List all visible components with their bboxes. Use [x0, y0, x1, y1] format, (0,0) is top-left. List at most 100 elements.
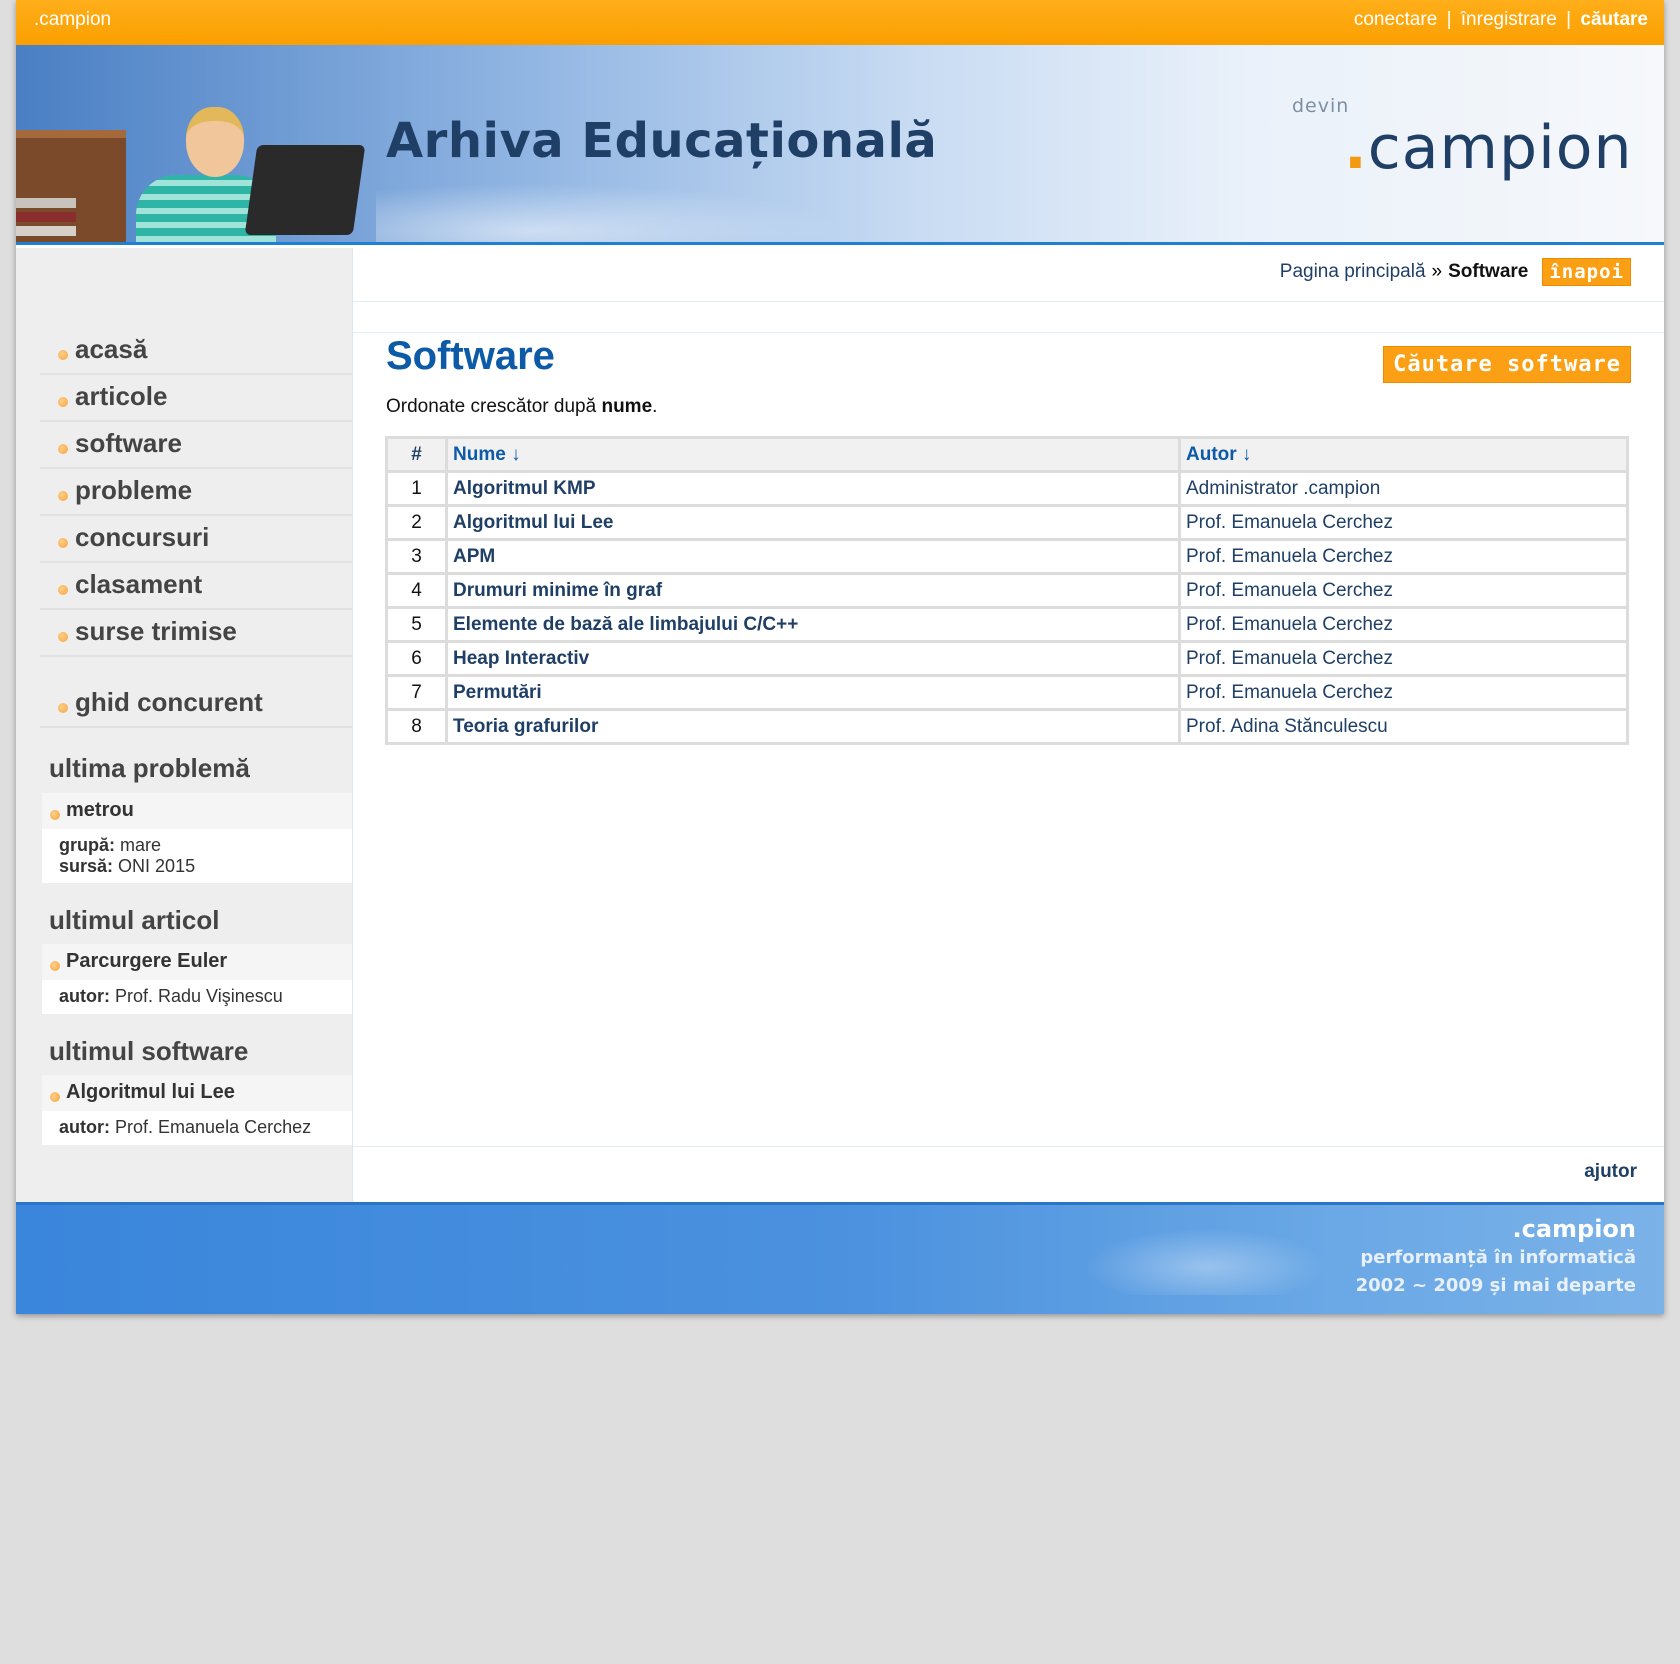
bullet-icon [58, 538, 68, 548]
menu-item-software[interactable]: software [40, 422, 352, 469]
last-software-title: ultimul software [49, 1036, 249, 1066]
last-problem-info: grupă: mare sursă: ONI 2015 [42, 829, 352, 883]
top-bar: .campion conectare | înregistrare | căut… [16, 0, 1664, 45]
software-name-link[interactable]: APM [445, 538, 1181, 575]
logo-text: campion [1367, 113, 1633, 183]
table-row: 4 Drumuri minime în graf Prof. Emanuela Ce… [385, 572, 1629, 609]
menu-item-guide[interactable]: ghid concurent [40, 681, 352, 728]
table-header-row: # Nume ↓ Autor ↓ [385, 436, 1629, 473]
source-value: ONI 2015 [118, 856, 196, 876]
software-name-link[interactable]: Teoria grafurilor [445, 708, 1181, 745]
author-link[interactable]: Prof. Emanuela Cerchez [1178, 572, 1629, 609]
row-number: 2 [385, 504, 448, 541]
sort-prefix: Ordonate crescător după [386, 396, 597, 417]
group-value: mare [120, 835, 162, 855]
last-article-title: ultimul articol [49, 905, 220, 935]
boy-head-illustration [186, 107, 244, 177]
bullet-icon [50, 810, 60, 820]
menu-item-articles[interactable]: articole [40, 375, 352, 422]
author-link[interactable]: Prof. Emanuela Cerchez [1178, 504, 1629, 541]
breadcrumb-arrow: » [1431, 261, 1443, 282]
header-banner: Arhiva Educațională devin .campion [16, 45, 1664, 245]
logo-dot: . [1344, 113, 1368, 183]
menu-item-home[interactable]: acasă [40, 328, 352, 375]
author-label: autor: [59, 1117, 110, 1137]
last-problem-name: metrou [66, 799, 134, 821]
menu-item-ranking[interactable]: clasament [40, 563, 352, 610]
last-article-link[interactable]: Parcurgere Euler [42, 944, 352, 980]
cloud-decoration [376, 175, 896, 242]
group-label: grupă: [59, 835, 115, 855]
menu-item-label: probleme [75, 475, 193, 505]
footer-years: 2002 ~ 2009 și mai departe [1355, 1275, 1636, 1296]
author-value: Prof. Emanuela Cerchez [115, 1117, 312, 1137]
row-number: 7 [385, 674, 448, 711]
software-name-link[interactable]: Heap Interactiv [445, 640, 1181, 677]
footer-tagline: performanță în informatică [1360, 1247, 1636, 1268]
separator: | [1566, 9, 1572, 30]
last-article-name: Parcurgere Euler [66, 950, 228, 972]
content-footer: ajutor [353, 1146, 1664, 1202]
search-software-button[interactable]: Căutare software [1383, 346, 1631, 383]
author-link[interactable]: Prof. Adina Stănculescu [1178, 708, 1629, 745]
footer-banner: .campion performanță în informatică 2002… [16, 1202, 1664, 1314]
table-row: 2 Algoritmul lui Lee Prof. Emanuela Cerche… [385, 504, 1629, 541]
table-row: 3 APM Prof. Emanuela Cerchez [385, 538, 1629, 575]
help-link[interactable]: ajutor [1584, 1161, 1637, 1183]
menu-item-submissions[interactable]: surse trimise [40, 610, 352, 657]
last-article-info: autor: Prof. Radu Vişinescu [42, 980, 352, 1014]
campion-logo[interactable]: .campion [1344, 113, 1633, 183]
last-problem-link[interactable]: metrou [42, 793, 352, 829]
author-link[interactable]: Prof. Emanuela Cerchez [1178, 606, 1629, 643]
table-row: 1 Algoritmul KMP Administrator .campion [385, 470, 1629, 507]
table-row: 7 Permutări Prof. Emanuela Cerchez [385, 674, 1629, 711]
software-name-link[interactable]: Permutări [445, 674, 1181, 711]
menu-item-problems[interactable]: probleme [40, 469, 352, 516]
source-label: sursă: [59, 856, 114, 876]
column-header-name-sort[interactable]: Nume ↓ [445, 436, 1181, 473]
back-button[interactable]: înapoi [1542, 258, 1631, 286]
column-header-author-sort[interactable]: Autor ↓ [1178, 436, 1629, 473]
laptop-illustration [244, 145, 366, 235]
author-link[interactable]: Prof. Emanuela Cerchez [1178, 538, 1629, 575]
software-name-link[interactable]: Elemente de bază ale limbajului C/C++ [445, 606, 1181, 643]
main-menu: acasă articole software probleme concurs… [40, 328, 352, 728]
author-link[interactable]: Administrator .campion [1178, 470, 1629, 507]
software-name-link[interactable]: Drumuri minime în graf [445, 572, 1181, 609]
bullet-icon [50, 1092, 60, 1102]
row-number: 5 [385, 606, 448, 643]
bookshelf-illustration [16, 130, 126, 242]
site-brand-link[interactable]: .campion [34, 9, 111, 31]
last-software-info: autor: Prof. Emanuela Cerchez [42, 1111, 352, 1145]
last-software-link[interactable]: Algoritmul lui Lee [42, 1075, 352, 1111]
menu-item-label: acasă [75, 334, 148, 364]
breadcrumb-home-link[interactable]: Pagina principală [1280, 261, 1426, 283]
breadcrumb: Pagina principală » Software înapoi [1280, 258, 1631, 286]
menu-item-label: clasament [75, 569, 203, 599]
separator: | [1446, 9, 1452, 30]
sidebar: acasă articole software probleme concurs… [16, 248, 352, 1202]
login-link[interactable]: conectare [1354, 9, 1437, 30]
table-body: 1 Algoritmul KMP Administrator .campion 2 Al… [385, 470, 1629, 745]
column-header-number: # [385, 436, 448, 473]
software-name-link[interactable]: Algoritmul lui Lee [445, 504, 1181, 541]
software-name-link[interactable]: Algoritmul KMP [445, 470, 1181, 507]
devin-label: devin [1292, 95, 1350, 117]
sort-suffix: . [652, 396, 658, 417]
register-link[interactable]: înregistrare [1461, 9, 1557, 30]
menu-item-label: software [75, 428, 182, 458]
author-link[interactable]: Prof. Emanuela Cerchez [1178, 640, 1629, 677]
author-link[interactable]: Prof. Emanuela Cerchez [1178, 674, 1629, 711]
bullet-icon [58, 585, 68, 595]
menu-item-label: concursuri [75, 522, 210, 552]
bullet-icon [58, 491, 68, 501]
author-value: Prof. Radu Vişinescu [115, 986, 283, 1006]
row-number: 3 [385, 538, 448, 575]
table-row: 5 Elemente de bază ale limbajului C/C++ Pr… [385, 606, 1629, 643]
main-content: Pagina principală » Software înapoi Soft… [352, 248, 1664, 1202]
divider [353, 332, 1664, 333]
last-software-name: Algoritmul lui Lee [66, 1081, 235, 1103]
bullet-icon [58, 632, 68, 642]
menu-item-contests[interactable]: concursuri [40, 516, 352, 563]
search-link[interactable]: căutare [1580, 9, 1648, 30]
